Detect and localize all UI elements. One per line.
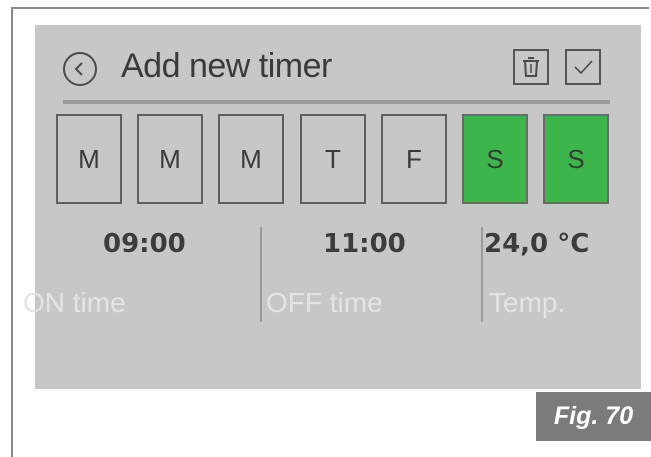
- delete-button[interactable]: [513, 49, 549, 85]
- chevron-left-icon: [74, 62, 83, 76]
- day-toggle-5[interactable]: F: [381, 114, 447, 204]
- check-icon: [574, 60, 593, 75]
- day-toggle-1[interactable]: M: [56, 114, 122, 204]
- temp-label: Temp.: [489, 287, 566, 318]
- column-separator: [260, 227, 262, 322]
- column-separator: [481, 227, 483, 322]
- off-time-value[interactable]: 11:00: [323, 229, 406, 259]
- timer-screen: Add new timer M M M T F S S 09:00 11:00 …: [23, 25, 641, 389]
- back-button[interactable]: [63, 52, 97, 86]
- confirm-button[interactable]: [565, 49, 601, 85]
- trash-icon: [523, 57, 539, 77]
- on-time-label: ON time: [23, 287, 126, 318]
- header-divider: [63, 100, 610, 104]
- day-toggle-6[interactable]: S: [462, 114, 528, 204]
- day-toggle-4[interactable]: T: [300, 114, 366, 204]
- temp-value[interactable]: 24,0 °C: [484, 229, 589, 259]
- on-time-value[interactable]: 09:00: [103, 229, 186, 259]
- off-time-label: OFF time: [266, 287, 383, 318]
- day-toggle-3[interactable]: M: [218, 114, 284, 204]
- day-toggle-7[interactable]: S: [543, 114, 609, 204]
- day-toggle-2[interactable]: M: [137, 114, 203, 204]
- page-title: Add new timer: [121, 47, 332, 85]
- figure-caption: Fig. 70: [536, 392, 651, 441]
